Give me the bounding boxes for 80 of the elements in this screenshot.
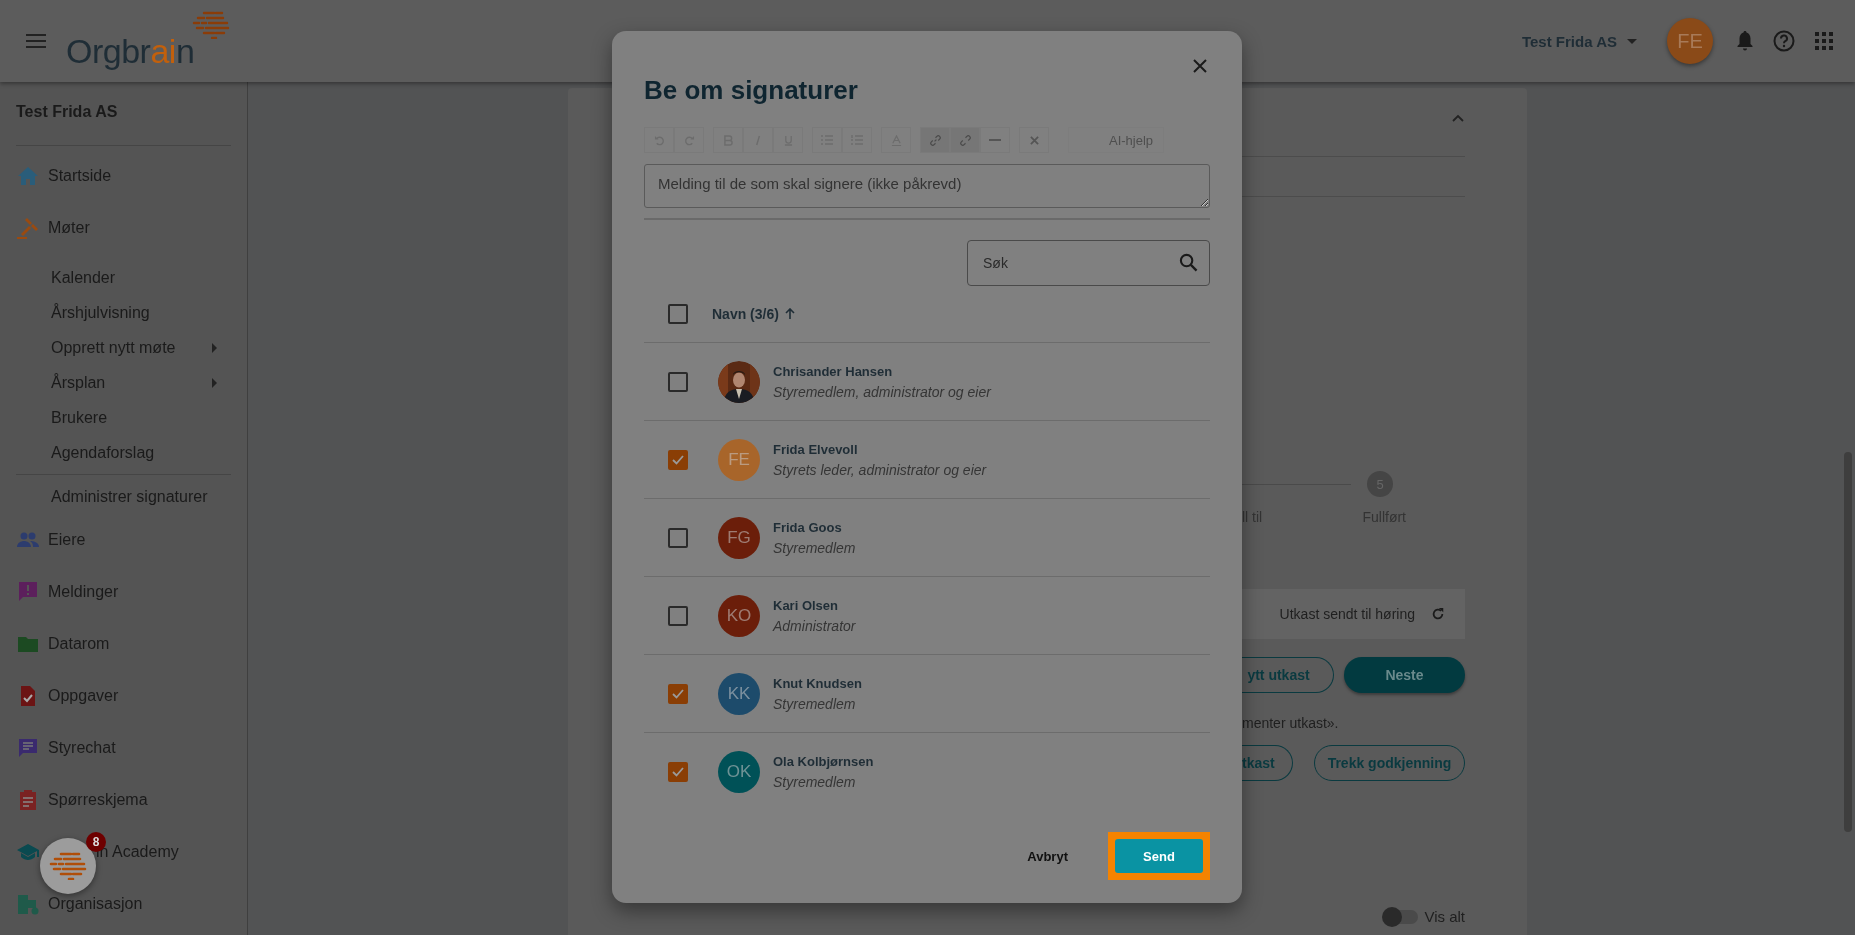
avatar: FE <box>718 438 760 481</box>
sidebar-item[interactable]: Administrer signaturer <box>51 487 208 506</box>
column-header[interactable]: Navn (3/6) <box>712 306 779 322</box>
brain-logo-icon <box>49 852 87 880</box>
message-field[interactable]: Melding til de som skal signere (ikke påkrevd) <box>644 164 1210 208</box>
person-name: Chrisander Hansen <box>773 363 894 379</box>
sidebar-item[interactable]: Årsplan <box>51 373 231 392</box>
sidebar-item[interactable]: Spørreskjema <box>48 791 148 809</box>
home-icon <box>16 164 40 188</box>
status-text: Utkast sendt til høring <box>1279 606 1415 622</box>
person-name: Kari Olsen <box>773 597 840 613</box>
organization-dropdown[interactable]: Test Frida AS <box>1521 32 1637 50</box>
avatar: KO <box>718 594 760 637</box>
toggle-label: Vis alt <box>1424 908 1465 925</box>
help-icon[interactable] <box>1773 30 1795 52</box>
sidebar-item[interactable]: Organisasjon <box>48 895 143 913</box>
person-role: Administrator <box>773 617 856 634</box>
sidebar-item[interactable]: Oppgaver <box>48 687 119 705</box>
send-button[interactable]: Send <box>1115 839 1203 873</box>
refresh-icon[interactable] <box>1431 607 1445 621</box>
row-checkbox[interactable] <box>668 683 688 704</box>
link-icon[interactable] <box>920 127 950 153</box>
check-icon <box>672 766 684 777</box>
sidebar-item[interactable]: Meldinger <box>48 583 119 601</box>
sidebar-item[interactable]: Startside <box>48 167 112 185</box>
dialog-title: Be om signaturer <box>644 75 858 106</box>
sidebar-item[interactable]: Årshjulvisning <box>51 303 150 322</box>
sidebar-item[interactable]: Eiere <box>48 531 86 549</box>
menu-icon[interactable] <box>26 34 46 48</box>
check-icon <box>672 454 684 465</box>
avatar: FG <box>718 516 760 559</box>
clear-format-icon[interactable] <box>1019 127 1049 153</box>
sidebar-item[interactable]: Datarom <box>48 635 110 653</box>
chat-icon <box>16 736 40 760</box>
person-role: Styrets leder, administrator og eier <box>773 461 987 478</box>
person-role: Styremedlem <box>773 695 857 712</box>
person-role: Styremedlem <box>773 773 857 790</box>
building-icon <box>16 892 40 916</box>
row-checkbox[interactable] <box>668 761 688 782</box>
sidebar-item[interactable]: Agendaforslag <box>51 443 155 462</box>
action-button[interactable]: Neste <box>1344 657 1465 693</box>
row-checkbox[interactable] <box>668 449 688 470</box>
person-role: Styremedlem <box>773 539 856 556</box>
person-name: Frida Elvevoll <box>773 441 859 457</box>
apps-grid-icon[interactable] <box>1815 32 1833 50</box>
sidebar-item[interactable]: Opprett nytt møte <box>51 338 231 357</box>
logo-text[interactable]: Orgbrain <box>66 32 195 71</box>
note-text: menter utkast». <box>1242 715 1340 731</box>
arrow-up-icon[interactable] <box>784 308 795 320</box>
bell-icon[interactable] <box>1737 31 1753 51</box>
chevron-up-icon[interactable] <box>1452 114 1464 122</box>
close-icon[interactable] <box>1193 59 1207 73</box>
person-name: Knut Knudsen <box>773 675 862 691</box>
caret-icon <box>1627 38 1637 44</box>
submenu-arrow-icon <box>212 377 217 388</box>
user-avatar[interactable]: FE <box>1667 18 1713 64</box>
sidebar-item[interactable]: Kalender <box>51 268 116 287</box>
row-checkbox[interactable] <box>668 527 688 548</box>
check-icon <box>672 688 684 699</box>
organization-name: Test Frida AS <box>15 102 119 122</box>
brain-logo-icon <box>192 11 231 39</box>
toggle-switch[interactable] <box>1384 909 1419 924</box>
alert-icon <box>16 580 40 604</box>
person-name: Frida Goos <box>773 519 843 535</box>
unlink-icon[interactable] <box>950 127 980 153</box>
row-checkbox[interactable] <box>668 605 688 626</box>
row-checkbox[interactable] <box>668 371 688 392</box>
search-field[interactable]: Søk <box>967 240 1210 286</box>
submenu-arrow-icon <box>212 342 217 353</box>
avatar: KK <box>718 672 760 715</box>
sidebar-item[interactable]: Brukere <box>51 408 108 427</box>
sidebar-item[interactable]: Styrechat <box>48 739 116 757</box>
cancel-button[interactable]: Avbryt <box>1021 847 1074 865</box>
search-icon <box>1179 253 1198 272</box>
avatar: OK <box>718 750 760 793</box>
gavel-icon <box>16 216 40 240</box>
sidebar-item[interactable]: Møter <box>48 219 90 237</box>
person-name: Ola Kolbjørnsen <box>773 753 874 769</box>
select-all-checkbox[interactable] <box>668 304 688 324</box>
person-role: Styremedlem, administrator og eier <box>773 383 991 400</box>
